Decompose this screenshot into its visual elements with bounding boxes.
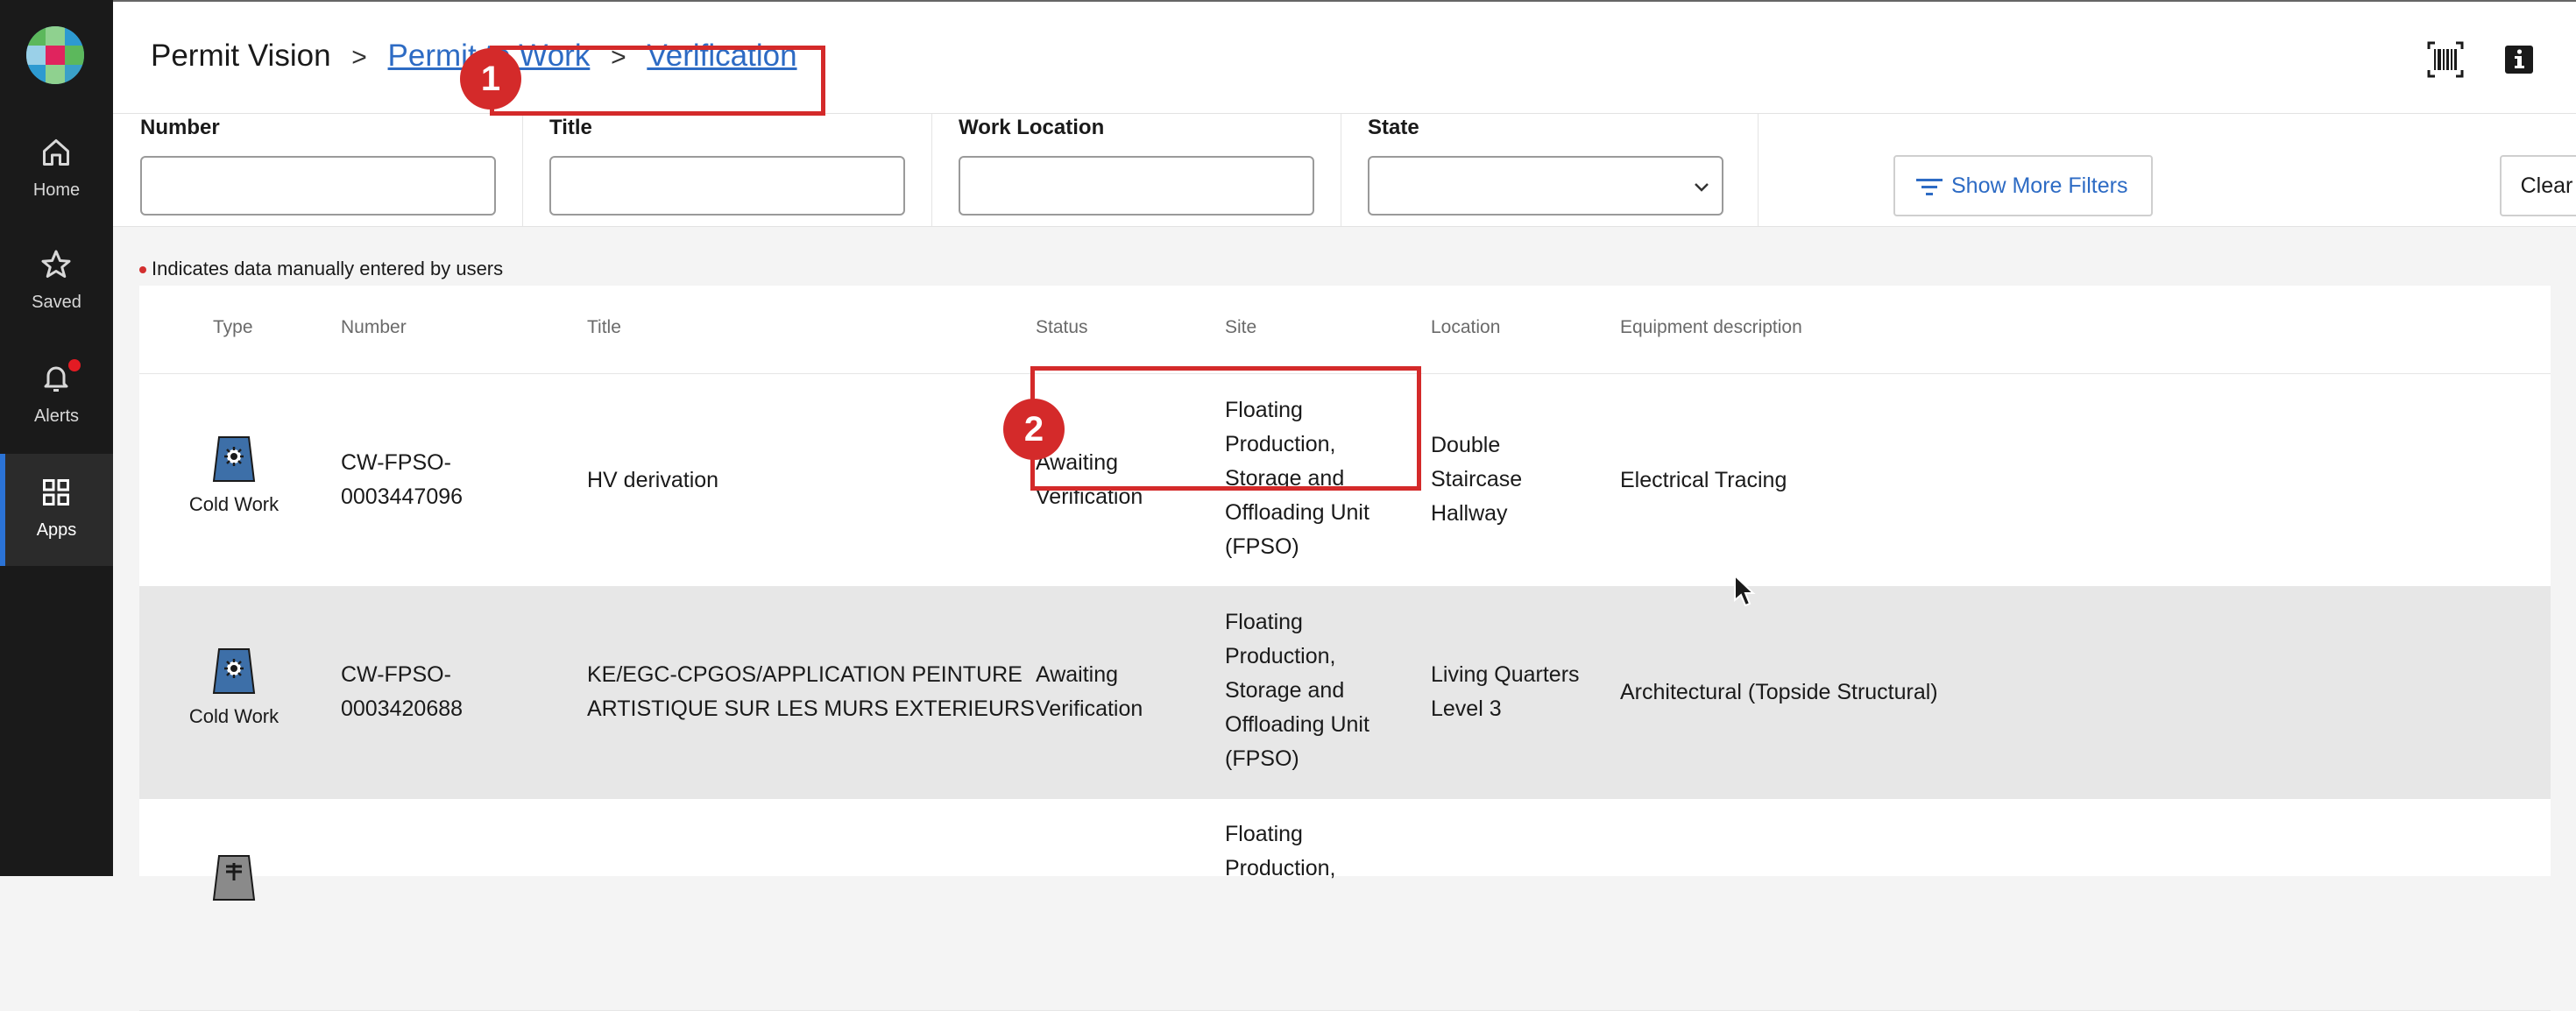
nav-alerts[interactable]: Alerts: [0, 340, 113, 452]
row-site-line: (FPSO): [1225, 534, 1299, 559]
row-site: Floating Production, Storage and Offload…: [1225, 605, 1369, 776]
grid-icon: [40, 477, 72, 508]
row-status: Awaiting Verification: [1036, 658, 1143, 726]
nav-apps[interactable]: Apps: [0, 454, 113, 566]
row-number: CW-FPSO- 0003420688: [341, 658, 463, 726]
column-header-equipment-description[interactable]: Equipment description: [1620, 317, 1802, 338]
nav-saved[interactable]: Saved: [0, 226, 113, 338]
row-title: HV derivation: [587, 468, 719, 492]
row-type-label: Cold Work: [188, 705, 280, 727]
bell-icon: [40, 363, 72, 394]
column-header-status[interactable]: Status: [1036, 317, 1088, 338]
show-more-filters-label: Show More Filters: [1951, 173, 2128, 198]
column-header-location[interactable]: Location: [1431, 317, 1500, 338]
state-select[interactable]: [1368, 156, 1723, 216]
nav-alerts-label: Alerts: [33, 407, 80, 426]
home-icon: [40, 137, 72, 168]
column-header-title[interactable]: Title: [587, 317, 621, 338]
column-header-type[interactable]: Type: [213, 317, 253, 338]
table-row[interactable]: Floating Production,: [139, 798, 2551, 1011]
row-site-line: Floating: [1225, 610, 1303, 634]
row-site-line: (FPSO): [1225, 746, 1299, 771]
cold-work-icon: [210, 435, 258, 483]
filter-title: Title: [522, 114, 932, 226]
annotation-badge: 2: [1003, 399, 1065, 460]
row-location: Double Staircase Hallway: [1431, 428, 1522, 531]
row-title-line: KE/EGC-CPGOS/APPLICATION PEINTURE: [587, 662, 1023, 687]
nav-apps-label: Apps: [36, 520, 77, 540]
row-site-line: Offloading Unit: [1225, 712, 1369, 737]
chevron-down-icon: [1695, 183, 1709, 192]
filter-work-location: Work Location: [931, 114, 1341, 226]
barcode-icon: [2427, 41, 2464, 78]
work-location-input[interactable]: [959, 156, 1314, 216]
info-button[interactable]: [2500, 40, 2533, 79]
row-status-line: Awaiting: [1036, 662, 1119, 687]
nav-home[interactable]: Home: [0, 114, 113, 226]
star-icon: [40, 249, 72, 280]
filter-number-label: Number: [140, 116, 220, 139]
filter-state: State: [1341, 114, 1759, 226]
row-number-line: 0003420688: [341, 696, 464, 721]
cold-work-icon: [210, 647, 258, 695]
row-number-line: CW-FPSO-: [341, 450, 451, 475]
row-site: Floating Production,: [1225, 817, 1335, 886]
hot-work-icon: [210, 854, 258, 901]
row-site-line: Production,: [1225, 856, 1336, 880]
row-location-line: Living Quarters: [1431, 662, 1580, 687]
annotation-badge: 1: [460, 48, 521, 110]
left-rail: Home Saved Alerts Apps: [0, 0, 113, 876]
barcode-scan-button[interactable]: [2426, 40, 2465, 79]
row-location-line: Level 3: [1431, 696, 1502, 721]
filter-icon: [1916, 179, 1943, 195]
title-input[interactable]: [549, 156, 905, 216]
row-number: CW-FPSO- 0003447096: [341, 446, 463, 514]
row-number-line: CW-FPSO-: [341, 662, 451, 687]
info-icon: [2505, 46, 2533, 74]
row-location-line: Hallway: [1431, 501, 1508, 526]
row-status-line: Verification: [1036, 696, 1143, 721]
row-site-line: Production,: [1225, 644, 1336, 668]
number-input[interactable]: [140, 156, 496, 216]
filter-work-location-label: Work Location: [959, 116, 1105, 139]
row-type-label: Cold Work: [188, 493, 280, 515]
row-title: KE/EGC-CPGOS/APPLICATION PEINTURE ARTIST…: [587, 658, 1035, 726]
row-location-line: Double: [1431, 433, 1501, 457]
annotation-box: [490, 46, 825, 116]
row-site-line: Floating: [1225, 822, 1303, 846]
row-equipment-description: Architectural (Topside Structural): [1620, 680, 1938, 704]
manual-data-note-text: Indicates data manually entered by users: [152, 258, 504, 279]
row-site-line: Storage and: [1225, 678, 1345, 703]
breadcrumb-separator: >: [351, 43, 367, 72]
nav-saved-label: Saved: [32, 293, 81, 312]
row-location-line: Staircase: [1431, 467, 1523, 491]
column-header-number[interactable]: Number: [341, 317, 407, 338]
row-site-line: Offloading Unit: [1225, 500, 1369, 525]
row-equipment-description: Electrical Tracing: [1620, 468, 1787, 492]
row-title-line: ARTISTIQUE SUR LES MURS EXTERIEURS: [587, 696, 1035, 721]
mouse-cursor-icon: [1734, 574, 1756, 607]
row-location: Living Quarters Level 3: [1431, 658, 1580, 726]
table-header: Type Number Title Status Site Location E…: [139, 286, 2551, 374]
column-header-site[interactable]: Site: [1225, 317, 1256, 338]
annotation-box: [1030, 366, 1421, 491]
nav-home-label: Home: [32, 180, 81, 200]
filter-number: Number: [113, 114, 523, 226]
manual-data-note: Indicates data manually entered by users: [139, 258, 503, 280]
alert-badge: [68, 359, 81, 371]
filter-state-label: State: [1368, 116, 1419, 139]
filter-title-label: Title: [549, 116, 592, 139]
clear-search-button[interactable]: Clear search: [2500, 155, 2576, 216]
row-number-line: 0003447096: [341, 484, 464, 509]
show-more-filters-button[interactable]: Show More Filters: [1893, 155, 2153, 216]
table-row[interactable]: Cold Work CW-FPSO- 0003420688 KE/EGC-CPG…: [139, 586, 2551, 799]
breadcrumb-app-name: Permit Vision: [151, 39, 331, 73]
manual-entry-dot: [139, 266, 146, 274]
filter-bar: Number Title Work Location State Show Mo…: [113, 114, 2576, 227]
app-logo[interactable]: [26, 26, 84, 84]
